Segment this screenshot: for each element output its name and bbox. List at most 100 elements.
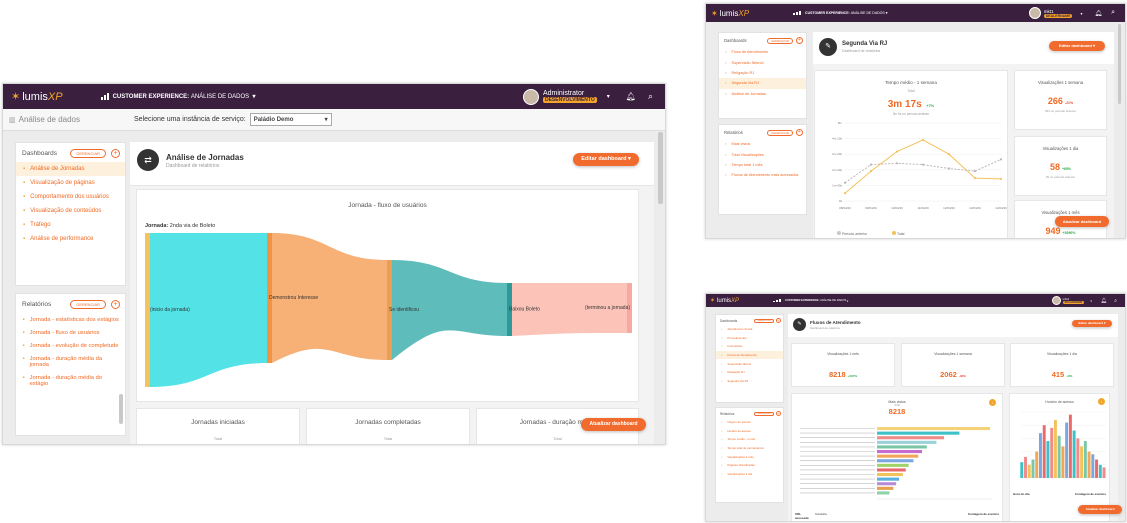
nav-item[interactable]: ▪ Religação RJ [716,368,783,377]
download-icon[interactable]: ↓ [1098,398,1105,405]
manage-reports-button[interactable]: GERENCIAR [754,411,774,416]
bell-icon[interactable]: 🔔︎ [626,92,636,101]
context-selector[interactable]: CUSTOMER EXPERIENCE: ANÁLISE DE DADOS ▾ [793,11,887,15]
nav-item[interactable]: ▪ Supervisão Nitenói [719,57,806,67]
nav-item[interactable]: ▪ Comportamento dos usuários [16,190,125,204]
nav-item[interactable]: ▪ Páginas Visualizadas [716,461,783,470]
nav-item[interactable]: ▪ Visualizações 1 mês [716,452,783,461]
dashboards-panel: Dashboards GERENCIAR + ▪ Atendimento Soci… [715,314,784,403]
search-icon[interactable]: ⌕ [1111,9,1115,17]
report-icon: ▪ [22,342,25,349]
nav-item[interactable]: ▪ Jornada - duração média do estágio [16,371,125,390]
nav-item[interactable]: ▪ Análise de Jornadas [719,89,806,99]
add-report-button[interactable]: + [111,300,120,309]
scrollbar[interactable] [119,394,123,424]
nav-item[interactable]: ▪ Tráfego [16,218,125,232]
nav-item[interactable]: ▪ Tempo total de permanência [716,444,783,453]
nav-item[interactable]: ▪ Jornada - fluxo de usuários [16,326,125,339]
nav-item[interactable]: ▪ Mais vistos [719,139,806,149]
update-dashboard-button[interactable]: Atualizar dashboard [581,418,646,431]
reports-title: Relatórios [720,411,735,416]
nav-item[interactable]: ▪ Segunda Via RJ [719,78,806,89]
nav-item[interactable]: ▪ Fluxo de Atendimento [719,47,806,57]
nav-item[interactable]: ▪ Horário de acesso [716,427,783,436]
edit-dashboard-button[interactable]: Editar dashboard ▾ [1049,41,1105,51]
nav-item[interactable]: ▪ Religação RJ [719,68,806,78]
x-tick-label: 13/04/20 [969,206,981,210]
kpi-title: Visualizações 1 semana [934,352,972,356]
nav-item[interactable]: ▪ Visualizações 1 dia [716,470,783,479]
nav-item[interactable]: ▪ Análise de Jornadas [16,162,125,176]
manage-dashboards-button[interactable]: GERENCIAR [767,37,793,44]
bar [1050,427,1054,478]
reports-title: Relatórios [724,130,743,135]
bell-icon[interactable]: 🔔︎ [1101,298,1107,304]
instance-select[interactable]: Paládio Demo ▾ [249,113,332,126]
nav-item-label: Tempo médio - 1 mês [727,437,756,442]
nav-item[interactable]: ▪ Tempo total 1 mês [719,160,806,170]
nav-item[interactable]: ▪ Análise de performance [16,232,125,246]
report-icon: ▪ [22,374,25,381]
nav-item[interactable]: ▪ Atendimento Social [716,325,783,334]
nav-item[interactable]: ▪ Supervisão Niterói [716,359,783,368]
nav-item-label: Total Visualizações [731,152,764,157]
nav-item[interactable]: ▪ Visualização de conteúdos [16,204,125,218]
chart-title: Horário de acesso [1045,400,1074,404]
edit-dashboard-button[interactable]: Editar dashboard ▾ [1072,320,1112,327]
context-selector[interactable]: CUSTOMER EXPERIENCE: ANÁLISE DE DADOS ▾ [773,299,848,303]
content-area: ✎ Fluxos de Atendimento Dashboard de rel… [788,314,1118,521]
update-dashboard-button[interactable]: Atualizar dashboard [1078,505,1122,514]
nav-item[interactable]: ▪ Formulários [716,342,783,351]
nav-item[interactable]: ▪ Tempo médio - 1 mês [716,435,783,444]
add-report-button[interactable]: + [796,129,803,136]
nav-item[interactable]: ▪ Total Visualizações [719,149,806,159]
manage-reports-button[interactable]: GERENCIAR [70,300,106,309]
nav-item[interactable]: ▪ Jornada - evolução de completude [16,339,125,352]
bar [877,491,890,495]
nav-item[interactable]: ▪ Jornada - duração média da jornada [16,352,125,371]
bar [1057,435,1061,478]
add-dashboard-button[interactable]: + [796,37,803,44]
add-dashboard-button[interactable]: + [776,318,781,323]
manage-dashboards-button[interactable]: GERENCIAR [754,318,774,323]
avatar[interactable] [522,88,539,105]
nav-item[interactable]: ▪ Segunda Via RJ [716,377,783,386]
search-icon[interactable]: ⌕ [1114,298,1117,304]
kpi-title: Jornadas iniciadas [191,419,245,426]
nav-item[interactable]: ▪ Visualização de páginas [16,176,125,190]
scrollbar[interactable] [1118,24,1121,104]
nav-item[interactable]: ▪ Origem de acesso [716,418,783,427]
data-point [843,192,847,195]
manage-reports-button[interactable]: GERENCIAR [767,129,793,136]
bar [1031,459,1035,478]
avatar[interactable] [1051,296,1061,305]
bell-icon[interactable]: 🔔︎ [1094,10,1102,17]
add-report-button[interactable]: + [776,411,781,416]
search-icon[interactable]: ⌕ [648,91,653,102]
page-title: Análise de Jornadas [166,153,244,162]
data-point [921,138,925,141]
edit-dashboard-button[interactable]: Editar dashboard ▾ [573,153,639,166]
user-tag: DESENVOLVIMENTO [542,97,597,103]
total-value: 8218 [888,407,906,416]
update-dashboard-button[interactable]: Atualizar dashboard [1055,216,1109,227]
context-selector[interactable]: CUSTOMER EXPERIENCE: ANÁLISE DE DADOS ▾ [100,93,256,100]
nav-item-label: Jornada - duração média da jornada [29,355,103,368]
chevron-down-icon[interactable]: ▾ [607,93,610,100]
add-dashboard-button[interactable]: + [111,149,120,158]
nav-item[interactable]: ▪ Procedimentos [716,334,783,343]
star-icon: ✶ [11,91,21,103]
manage-dashboards-button[interactable]: GERENCIAR [70,149,106,158]
nav-item[interactable]: ▪ Jornada - estatísticas dos estágios [16,313,125,326]
chevron-down-icon[interactable]: ▾ [1090,299,1092,303]
avatar[interactable] [1028,7,1041,19]
nav-item[interactable]: ▪ Fluxos de Atendimento [716,350,783,360]
scrollbar[interactable] [658,132,663,204]
nav-item[interactable]: ▪ Fluxos de Atendimento mais acessados [719,170,806,180]
page-icon: ▪ [23,180,26,186]
chevron-down-icon[interactable]: ▾ [1080,11,1082,16]
signal-icon [100,93,109,100]
user-name: Administrator [542,90,585,97]
download-icon[interactable]: ↓ [989,399,996,406]
kpi-note: 333 no período anterior [1044,109,1077,113]
